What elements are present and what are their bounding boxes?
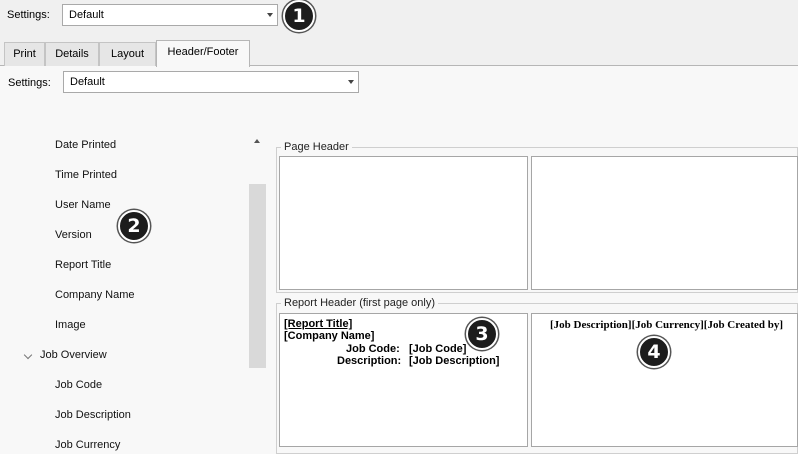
page-header-right-box[interactable]	[531, 156, 798, 290]
tree-item-date-printed[interactable]: Date Printed	[55, 139, 116, 151]
callout-badge-2: 2	[118, 210, 150, 242]
page-header-left-box[interactable]	[279, 156, 528, 290]
description-value: [Job Description]	[409, 355, 500, 367]
chevron-down-icon	[267, 13, 273, 17]
right-header-field-line: [Job Description][Job Currency][Job Crea…	[550, 319, 784, 331]
callout-badge-3: 3	[466, 318, 498, 350]
tree-item-report-title[interactable]: Report Title	[55, 259, 111, 271]
tree-item-time-printed[interactable]: Time Printed	[55, 169, 117, 181]
company-name-field: [Company Name]	[284, 330, 375, 342]
report-header-right-box[interactable]	[531, 313, 798, 447]
job-code-value: [Job Code]	[409, 343, 467, 355]
scroll-up-arrow-icon[interactable]	[254, 139, 260, 143]
tab-header-footer[interactable]: Header/Footer	[156, 40, 250, 67]
tab-details[interactable]: Details	[45, 42, 99, 66]
callout-badge-1: 1	[283, 0, 315, 32]
tree-group-job-overview[interactable]: Job Overview	[40, 349, 107, 361]
tree-item-job-currency[interactable]: Job Currency	[55, 439, 120, 451]
top-settings-value: Default	[69, 9, 104, 21]
tab-layout[interactable]: Layout	[99, 42, 156, 66]
job-code-label: Job Code:	[346, 343, 400, 355]
tree-item-company-name[interactable]: Company Name	[55, 289, 134, 301]
chevron-down-icon	[348, 80, 354, 84]
description-label: Description:	[337, 355, 402, 367]
tree-item-job-description[interactable]: Job Description	[55, 409, 131, 421]
callout-badge-4: 4	[638, 336, 670, 368]
page-header-title: Page Header	[281, 141, 352, 153]
tree-item-job-code[interactable]: Job Code	[55, 379, 102, 391]
top-settings-dropdown[interactable]: Default	[62, 4, 278, 26]
panel-settings-label: Settings:	[8, 77, 51, 89]
tree-item-version[interactable]: Version	[55, 229, 92, 241]
top-settings-label: Settings:	[7, 9, 50, 21]
panel-settings-dropdown[interactable]: Default	[63, 71, 359, 93]
report-header-title: Report Header (first page only)	[281, 297, 439, 309]
tab-print[interactable]: Print	[4, 42, 45, 66]
tree-scrollbar-thumb[interactable]	[249, 184, 266, 368]
tree-item-image[interactable]: Image	[55, 319, 86, 331]
tree-item-user-name[interactable]: User Name	[55, 199, 111, 211]
report-title-field: [Report Title]	[284, 318, 353, 330]
panel-settings-value: Default	[70, 76, 105, 88]
